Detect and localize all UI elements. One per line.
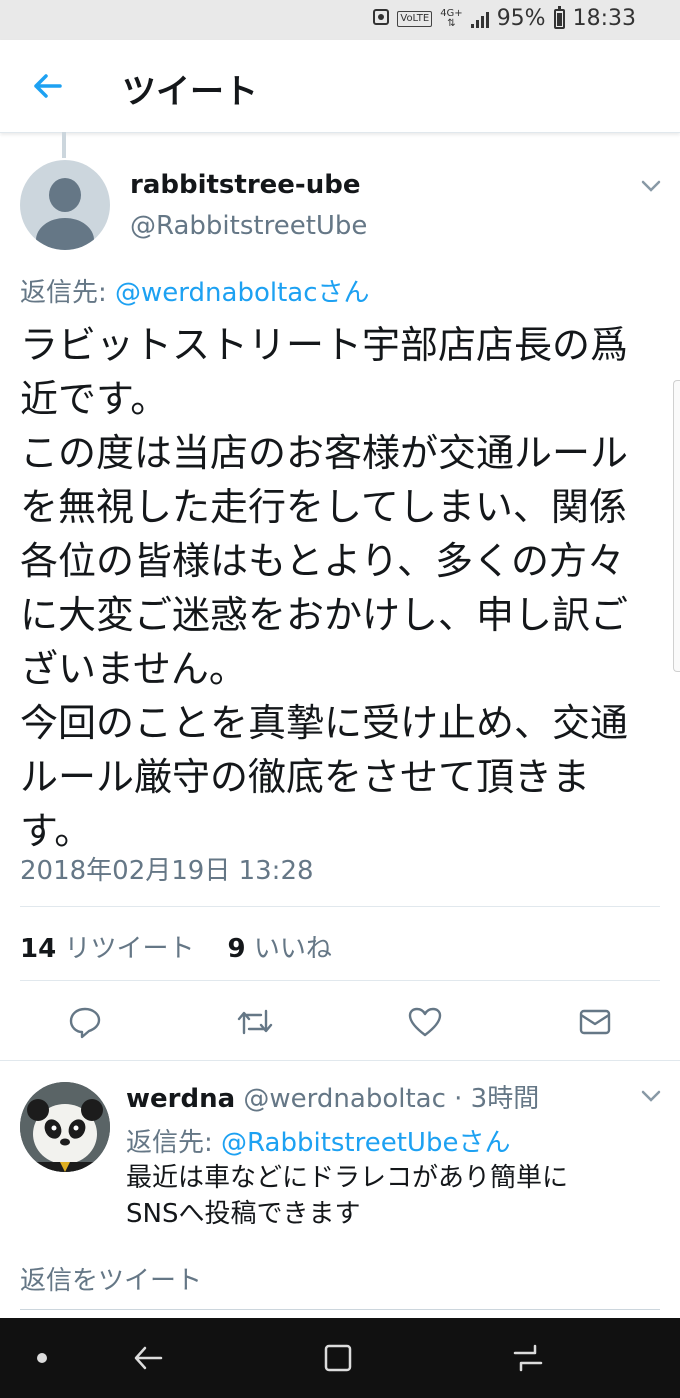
reply-to-line: 返信先: @RabbitstreetUbeさん xyxy=(126,1122,510,1159)
tweet-author-name[interactable]: rabbitstree-ube xyxy=(130,170,360,200)
retweet-label: リツイート xyxy=(64,934,195,964)
chevron-down-icon[interactable] xyxy=(640,1088,662,1104)
reply-text-line: SNSへ投稿できます xyxy=(126,1199,361,1229)
reply-to-label: 返信先: xyxy=(20,278,107,308)
reply-to-mention[interactable]: @RabbitstreetUbeさん xyxy=(221,1128,510,1158)
reply-compose-placeholder[interactable]: 返信をツイート xyxy=(20,1260,202,1297)
tweet-text-line: 近です。 xyxy=(20,377,169,421)
reply-author-name[interactable]: werdna xyxy=(126,1084,235,1114)
retweet-count: 14 xyxy=(20,934,57,964)
reply-header: werdna @werdnaboltac · 3時間 xyxy=(126,1078,539,1115)
retweet-icon[interactable] xyxy=(235,1000,275,1044)
battery-icon xyxy=(553,5,565,29)
reply-compose-bar[interactable]: 返信をツイート xyxy=(0,1236,680,1318)
tweet-text: ラビットストリート宇部店店長の爲 近です。 この度は当店のお客様が交通ルール を… xyxy=(20,318,665,858)
clock: 18:33 xyxy=(572,6,636,31)
system-navigation-bar xyxy=(0,1318,680,1398)
back-arrow-icon[interactable] xyxy=(28,66,68,106)
battery-percent: 95% xyxy=(496,6,546,31)
retweet-count-link[interactable]: 14 リツイート xyxy=(20,934,194,964)
chevron-down-icon[interactable] xyxy=(640,178,662,194)
tweet-text-line: を無視した走行をしてしまい、関係 xyxy=(20,485,627,529)
avatar[interactable] xyxy=(20,160,110,250)
page-title: ツイート xyxy=(122,72,258,112)
heart-icon[interactable] xyxy=(405,1000,445,1044)
tweet-text-line: この度は当店のお客様が交通ルール xyxy=(20,431,629,475)
avatar[interactable] xyxy=(20,1082,110,1172)
thread-connector xyxy=(62,132,66,158)
like-count: 9 xyxy=(227,934,246,964)
reply-to-line: 返信先: @werdnaboltacさん xyxy=(20,272,370,309)
tweet-text-line: に大変ご迷惑をおかけし、申し訳ご xyxy=(20,593,629,637)
tweet-author-handle[interactable]: @RabbitstreetUbe xyxy=(130,211,367,241)
reply-to-label: 返信先: xyxy=(126,1128,213,1158)
home-icon[interactable] xyxy=(318,1338,358,1378)
tweet-text-line: ラビットストリート宇部店店長の爲 xyxy=(20,323,629,367)
compose-underline xyxy=(20,1309,660,1310)
edge-panel-handle[interactable] xyxy=(673,380,680,672)
tweet-text-line: ルール厳守の徹底をさせて頂きま xyxy=(20,755,591,799)
status-bar: VoLTE 4G+ ⇅ 95% 18:33 xyxy=(0,0,680,40)
tweet-text-line: 各位の皆様はもとより、多くの方々 xyxy=(20,539,625,583)
engagement-counts: 14 リツイート 9 いいね xyxy=(20,928,332,965)
reply-to-mention[interactable]: @werdnaboltacさん xyxy=(115,278,369,308)
screenshot-notification-icon xyxy=(373,6,390,31)
network-indicator: 4G+ ⇅ xyxy=(440,7,463,29)
signal-icon xyxy=(470,10,489,28)
reply-author-handle[interactable]: @werdnaboltac xyxy=(243,1084,445,1114)
reply-text[interactable]: 最近は車などにドラレコがあり簡単に SNSへ投稿できます xyxy=(126,1160,646,1232)
divider xyxy=(0,1060,680,1061)
reply-time: · 3時間 xyxy=(454,1084,540,1114)
like-label: いいね xyxy=(253,934,332,964)
tweet-actions xyxy=(0,1000,680,1044)
tweet-text-line: ざいません。 xyxy=(20,647,247,691)
like-count-link[interactable]: 9 いいね xyxy=(228,934,332,964)
volte-indicator: VoLTE xyxy=(397,10,433,27)
reply-text-line: 最近は車などにドラレコがあり簡単に xyxy=(126,1163,569,1193)
divider xyxy=(20,906,660,907)
divider xyxy=(20,980,660,981)
tweet-text-line: 今回のことを真摯に受け止め、交通 xyxy=(20,701,629,745)
app-bar: ツイート xyxy=(0,40,680,133)
envelope-icon[interactable] xyxy=(575,1000,615,1044)
back-icon[interactable] xyxy=(128,1338,168,1378)
tweet-timestamp: 2018年02月19日 13:28 xyxy=(20,856,314,886)
recent-apps-icon[interactable] xyxy=(508,1338,548,1378)
dot-indicator-icon xyxy=(22,1338,62,1378)
reply-icon[interactable] xyxy=(65,1000,105,1044)
